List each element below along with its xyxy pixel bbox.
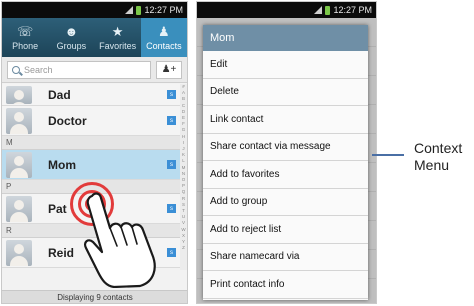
- menu-item-share-contact[interactable]: Share contact via message: [203, 134, 368, 161]
- search-row: Search ♟+: [2, 57, 187, 83]
- menu-item-add-to-group[interactable]: Add to group: [203, 189, 368, 216]
- context-menu-title: Mom: [203, 25, 368, 51]
- battery-icon: [136, 5, 142, 15]
- signal-icon: [125, 6, 134, 14]
- search-input[interactable]: Search: [7, 60, 151, 79]
- menu-item-edit[interactable]: Edit: [203, 51, 368, 79]
- tab-groups-label: Groups: [56, 40, 87, 51]
- avatar: [6, 85, 32, 104]
- callout-line: [372, 154, 404, 156]
- account-badge-icon: s: [167, 204, 176, 213]
- index-letter[interactable]: Z: [182, 245, 185, 251]
- battery-icon: [325, 5, 331, 15]
- menu-item-print-contact-info[interactable]: Print contact info: [203, 271, 368, 299]
- menu-item-add-to-favorites[interactable]: Add to favorites: [203, 161, 368, 189]
- tab-favorites-label: Favorites: [99, 40, 137, 51]
- menu-item-share-namecard[interactable]: Share namecard via: [203, 244, 368, 271]
- avatar: [6, 151, 32, 178]
- contact-name: Dad: [48, 87, 71, 102]
- phone-icon: ☏: [16, 23, 34, 39]
- menu-item-delete[interactable]: Delete: [203, 79, 368, 106]
- signal-icon: [314, 6, 323, 14]
- menu-item-link-contact[interactable]: Link contact: [203, 106, 368, 134]
- avatar: [6, 107, 32, 134]
- contacts-screen: 12:27 PM ☏ Phone ☻ Groups ★ Favorites ♟ …: [1, 1, 188, 304]
- callout-line2: Menu: [414, 157, 450, 173]
- callout-line1: Context: [414, 140, 463, 156]
- tab-contacts[interactable]: ♟ Contacts: [140, 18, 187, 57]
- contact-row-dad[interactable]: Dad s: [2, 84, 182, 106]
- contact-count-footer: Displaying 9 contacts: [2, 290, 187, 303]
- add-contact-icon: ♟+: [161, 64, 177, 75]
- context-menu-screen: 12:27 PM Mom Edit Delete Link contact Sh…: [196, 1, 377, 304]
- alphabet-index-scrollbar[interactable]: # A B C D E F G H I J K L M N O P Q R S T U V W X Y Z: [180, 84, 187, 270]
- menu-item-add-to-reject-list[interactable]: Add to reject list: [203, 216, 368, 244]
- status-bar: 12:27 PM: [197, 2, 376, 18]
- avatar: [6, 195, 32, 222]
- contact-name: Doctor: [48, 113, 87, 128]
- account-badge-icon: s: [167, 116, 176, 125]
- contact-row-mom[interactable]: Mom s: [2, 150, 182, 180]
- hand-pointer-icon: [84, 192, 156, 288]
- account-badge-icon: s: [167, 248, 176, 257]
- section-header-m: M: [2, 136, 182, 150]
- star-icon: ★: [111, 23, 124, 39]
- account-badge-icon: s: [167, 160, 176, 169]
- tab-favorites[interactable]: ★ Favorites: [95, 18, 141, 57]
- status-time: 12:27 PM: [144, 5, 183, 15]
- tab-bar: ☏ Phone ☻ Groups ★ Favorites ♟ Contacts: [2, 18, 187, 57]
- tab-contacts-label: Contacts: [146, 40, 182, 51]
- status-bar: 12:27 PM: [2, 2, 187, 18]
- tab-phone[interactable]: ☏ Phone: [2, 18, 48, 57]
- add-contact-button[interactable]: ♟+: [156, 60, 182, 79]
- callout-label: Context Menu: [414, 140, 462, 174]
- person-icon: ♟: [158, 23, 170, 39]
- contact-name: Mom: [48, 157, 76, 172]
- contact-row-doctor[interactable]: Doctor s: [2, 106, 182, 136]
- avatar: [6, 239, 32, 266]
- account-badge-icon: s: [167, 90, 176, 99]
- context-menu: Mom Edit Delete Link contact Share conta…: [203, 25, 368, 300]
- tab-phone-label: Phone: [12, 40, 39, 51]
- tab-groups[interactable]: ☻ Groups: [48, 18, 94, 57]
- search-icon: [12, 65, 20, 74]
- search-placeholder: Search: [24, 64, 53, 75]
- status-time: 12:27 PM: [333, 5, 372, 15]
- groups-icon: ☻: [64, 23, 79, 39]
